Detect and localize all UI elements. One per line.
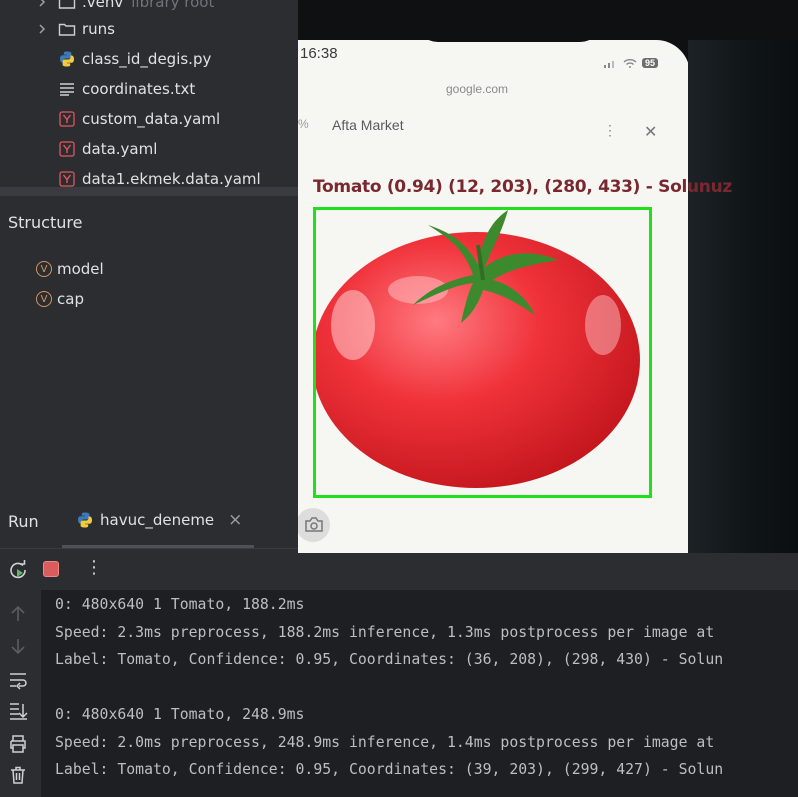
python-file-icon: [76, 511, 94, 529]
wifi-icon: [623, 59, 637, 68]
close-page-icon: ✕: [644, 124, 658, 141]
stop-icon[interactable]: [43, 561, 59, 577]
tree-item-suffix: library root: [131, 0, 215, 11]
structure-item-label: model: [57, 260, 104, 278]
browser-url: google.com: [446, 82, 509, 96]
tree-item-label: data1.ekmek.data.yaml: [82, 170, 261, 187]
scroll-to-end-icon[interactable]: [8, 701, 28, 721]
console-line: 0: 480x640 1 Tomato, 248.9ms: [55, 706, 305, 723]
run-header: Run havuc_deneme ×: [0, 496, 298, 548]
page-title: Afta Market: [332, 117, 404, 133]
tree-item-label: class_id_degis.py: [82, 50, 212, 68]
console-line: Label: Tomato, Confidence: 0.95, Coordin…: [55, 761, 724, 778]
camera-switch-icon: [298, 508, 330, 542]
battery-indicator: 95: [642, 58, 659, 68]
console-output[interactable]: 0: 480x640 1 Tomato, 188.2ms Speed: 2.3m…: [41, 590, 798, 797]
folder-icon: [58, 0, 76, 11]
console-line: Speed: 2.0ms preprocess, 248.9ms inferen…: [55, 734, 715, 751]
print-icon[interactable]: [8, 734, 28, 754]
detection-bounding-box: [313, 207, 652, 498]
yaml-file-icon: [58, 170, 76, 187]
variable-icon: V: [36, 261, 52, 277]
tree-item-custom-data[interactable]: custom_data.yaml: [58, 104, 220, 134]
tree-item-label: runs: [82, 20, 115, 38]
phone-notch: [416, 0, 602, 42]
console-gutter: [0, 590, 41, 797]
tab-label: havuc_deneme: [100, 511, 215, 529]
python-file-icon: [58, 50, 76, 68]
tree-item-label: coordinates.txt: [82, 80, 196, 98]
text-file-icon: [58, 80, 76, 98]
tree-item-data1-ekmek[interactable]: data1.ekmek.data.yaml: [58, 164, 261, 187]
console-line: Label: Tomato, Confidence: 0.95, Coordin…: [55, 651, 724, 668]
console-line: Speed: 2.3ms preprocess, 188.2ms inferen…: [55, 624, 715, 641]
yaml-file-icon: [58, 110, 76, 128]
phone-status-icons: 95: [604, 58, 659, 68]
console-line: 0: 480x640 1 Tomato, 188.2ms: [55, 596, 305, 613]
phone-bezel: [688, 40, 798, 553]
tree-item-label: custom_data.yaml: [82, 110, 221, 128]
tree-item-runs[interactable]: runs: [36, 14, 115, 44]
yaml-file-icon: [58, 140, 76, 158]
tree-item-class-id-degis[interactable]: class_id_degis.py: [58, 44, 211, 74]
close-icon[interactable]: ×: [228, 510, 242, 530]
arrow-down-icon[interactable]: [8, 636, 28, 656]
panel-splitter[interactable]: [0, 187, 298, 196]
signal-icon: [604, 61, 614, 68]
structure-title: Structure: [8, 213, 83, 232]
structure-panel: Structure V model V cap: [0, 196, 298, 496]
nav-fragment: %: [298, 117, 309, 131]
arrow-up-icon[interactable]: [8, 604, 28, 624]
chevron-right-icon[interactable]: [36, 0, 48, 8]
more-options-icon[interactable]: ⋮: [85, 557, 103, 578]
tab-havuc-deneme[interactable]: havuc_deneme ×: [76, 510, 242, 530]
structure-item-model[interactable]: V model: [36, 256, 104, 282]
project-tree: .venv library root runs class_id_degis.p…: [0, 0, 298, 187]
run-title: Run: [8, 512, 39, 531]
trash-icon[interactable]: [8, 765, 28, 785]
structure-item-cap[interactable]: V cap: [36, 286, 84, 312]
variable-icon: V: [36, 291, 52, 307]
camera-window: 16:38 95 google.com % Afta Market ⋮ ✕ To…: [298, 0, 798, 553]
chevron-right-icon[interactable]: [36, 23, 48, 35]
structure-item-label: cap: [57, 290, 84, 308]
tree-item-label: data.yaml: [82, 140, 158, 158]
folder-icon: [58, 20, 76, 38]
run-toolbar: ⋮: [0, 549, 798, 590]
detection-label: Tomato (0.94) (12, 203), (280, 433) - So…: [313, 177, 732, 197]
tree-item-data-yaml[interactable]: data.yaml: [58, 134, 157, 164]
phone-time: 16:38: [300, 45, 338, 62]
tree-item-coordinates[interactable]: coordinates.txt: [58, 74, 195, 104]
tree-item-label: .venv: [82, 0, 124, 11]
soft-wrap-icon[interactable]: [8, 670, 28, 690]
rerun-icon[interactable]: [7, 559, 29, 585]
more-vert-icon: ⋮: [603, 122, 617, 138]
